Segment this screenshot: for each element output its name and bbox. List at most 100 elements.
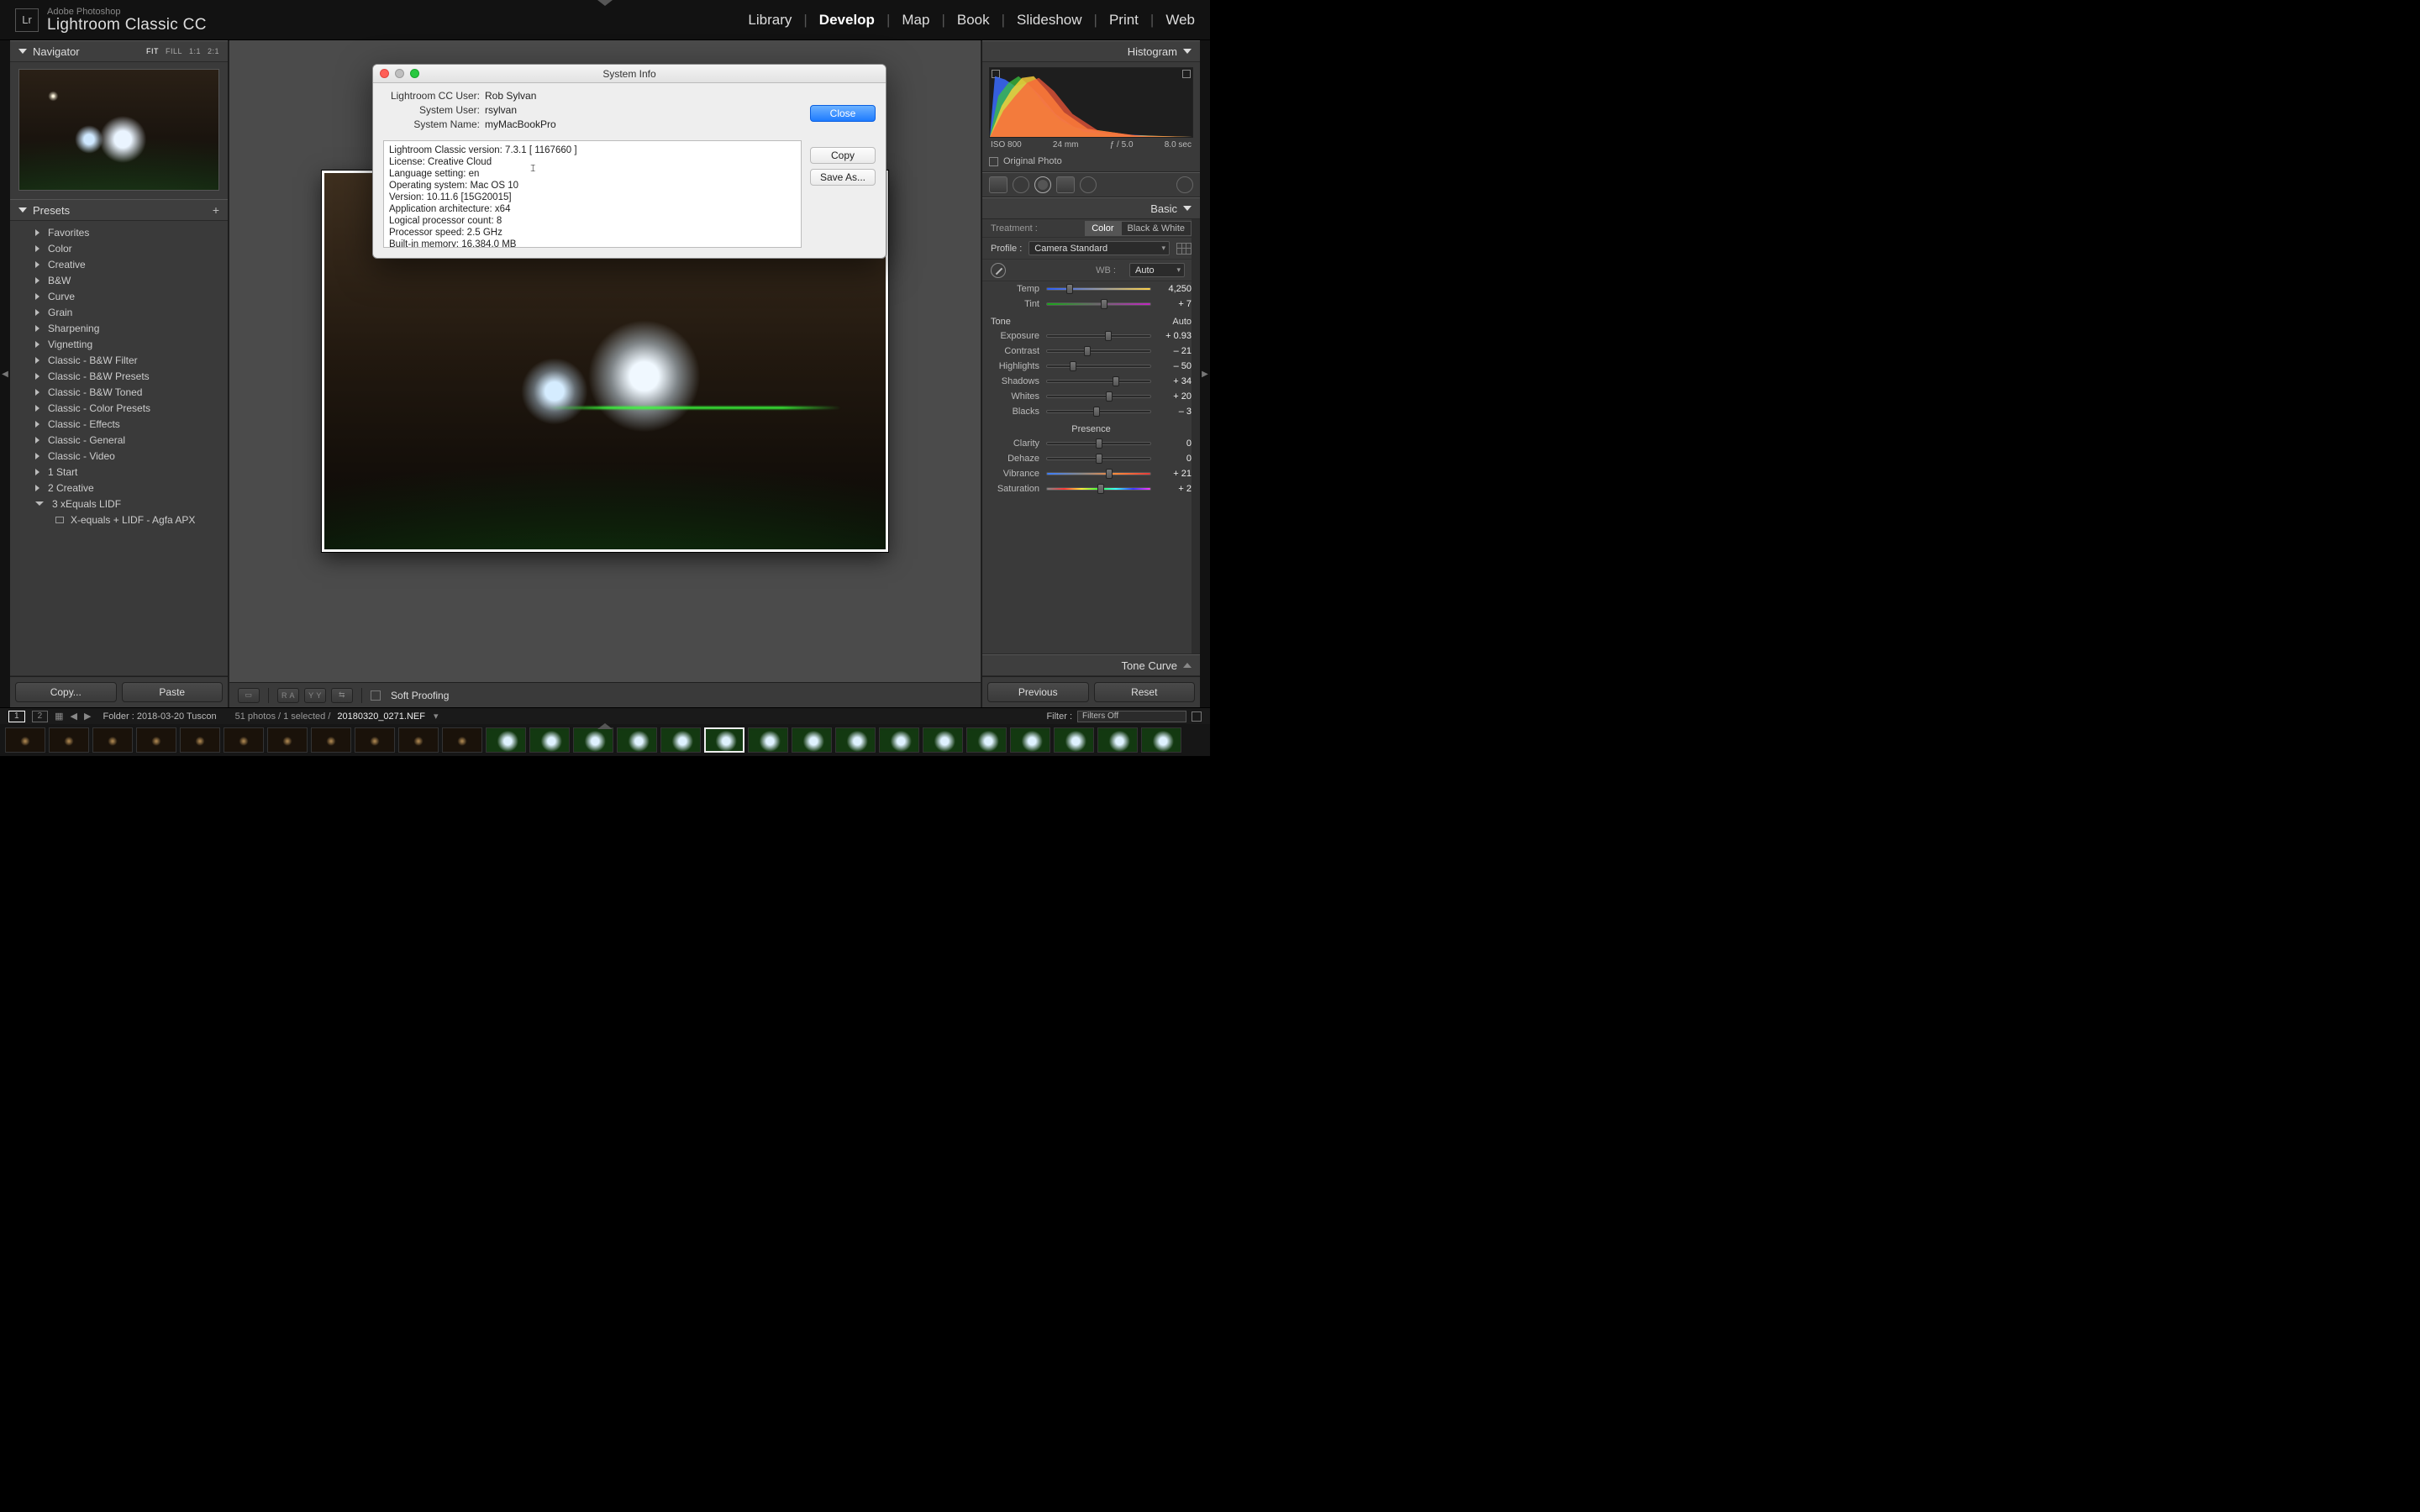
filmstrip-thumb[interactable] bbox=[660, 727, 701, 753]
slider-value[interactable]: – 50 bbox=[1158, 361, 1192, 371]
filmstrip-thumb[interactable] bbox=[267, 727, 308, 753]
preset-group[interactable]: 3 xEquals LIDF bbox=[10, 496, 228, 512]
filmstrip-thumb[interactable] bbox=[311, 727, 351, 753]
preset-group[interactable]: 2 Creative bbox=[10, 480, 228, 496]
reset-button[interactable]: Reset bbox=[1094, 682, 1196, 702]
slider-handle[interactable] bbox=[1096, 454, 1102, 464]
screen-1-badge[interactable]: 1 bbox=[8, 711, 25, 722]
left-panel-gripper[interactable]: ◀ bbox=[0, 40, 10, 707]
filmstrip-thumb[interactable] bbox=[486, 727, 526, 753]
slider-track[interactable] bbox=[1046, 334, 1151, 338]
slider-handle[interactable] bbox=[1106, 391, 1113, 402]
slider-track[interactable] bbox=[1046, 487, 1151, 491]
filmstrip-thumb[interactable] bbox=[923, 727, 963, 753]
filmstrip-thumb[interactable] bbox=[49, 727, 89, 753]
right-panel-gripper[interactable]: ▶ bbox=[1200, 40, 1210, 707]
slider-track[interactable] bbox=[1046, 380, 1151, 383]
filmstrip-thumb[interactable] bbox=[1010, 727, 1050, 753]
preset-group[interactable]: Grain bbox=[10, 304, 228, 320]
profile-browser-icon[interactable] bbox=[1176, 243, 1192, 255]
filmstrip-thumb[interactable] bbox=[1097, 727, 1138, 753]
filename-dropdown-icon[interactable]: ▾ bbox=[434, 711, 439, 722]
slider-value[interactable]: + 7 bbox=[1158, 299, 1192, 309]
before-after-swap-button[interactable]: ⇆ bbox=[331, 688, 353, 703]
filmstrip-thumb[interactable] bbox=[355, 727, 395, 753]
system-info-textarea[interactable]: Lightroom Classic version: 7.3.1 [ 11676… bbox=[383, 140, 802, 248]
navigator-header[interactable]: Navigator FITFILL1:12:1 bbox=[10, 40, 228, 62]
tone-auto-button[interactable]: Auto bbox=[1172, 317, 1192, 327]
filmstrip-thumb[interactable] bbox=[5, 727, 45, 753]
slider-value[interactable]: + 21 bbox=[1158, 469, 1192, 479]
before-after-ra-button[interactable]: R A bbox=[277, 688, 299, 703]
module-library[interactable]: Library bbox=[748, 12, 792, 29]
slider-track[interactable] bbox=[1046, 287, 1151, 291]
slider-track[interactable] bbox=[1046, 472, 1151, 475]
slider-value[interactable]: + 20 bbox=[1158, 391, 1192, 402]
original-photo-row[interactable]: Original Photo bbox=[982, 153, 1200, 172]
treatment-segment[interactable]: Color Black & White bbox=[1085, 221, 1192, 236]
crop-tool[interactable] bbox=[989, 176, 1007, 193]
slider-handle[interactable] bbox=[1093, 407, 1100, 417]
slider-vibrance[interactable]: Vibrance+ 21 bbox=[982, 466, 1200, 481]
radial-filter-tool[interactable] bbox=[1080, 176, 1097, 193]
screen-2-badge[interactable]: 2 bbox=[32, 711, 49, 722]
graduated-filter-tool[interactable] bbox=[1056, 176, 1075, 193]
slider-temp[interactable]: Temp4,250 bbox=[982, 281, 1200, 297]
preset-item[interactable]: X-equals + LIDF - Agfa APX bbox=[10, 512, 228, 528]
before-after-yy-button[interactable]: Y Y bbox=[304, 688, 326, 703]
slider-track[interactable] bbox=[1046, 442, 1151, 445]
module-web[interactable]: Web bbox=[1165, 12, 1195, 29]
filmstrip-gripper[interactable] bbox=[597, 723, 613, 729]
slider-track[interactable] bbox=[1046, 410, 1151, 413]
dialog-titlebar[interactable]: System Info bbox=[373, 65, 886, 83]
filmstrip-thumb[interactable] bbox=[398, 727, 439, 753]
preset-group[interactable]: 1 Start bbox=[10, 464, 228, 480]
filmstrip-thumb[interactable] bbox=[442, 727, 482, 753]
slider-saturation[interactable]: Saturation+ 2 bbox=[982, 481, 1200, 496]
slider-handle[interactable] bbox=[1070, 361, 1076, 371]
slider-handle[interactable] bbox=[1113, 376, 1119, 386]
zoom-mode-1:1[interactable]: 1:1 bbox=[189, 47, 201, 55]
filmstrip-thumb[interactable] bbox=[224, 727, 264, 753]
wb-dropper-tool[interactable] bbox=[991, 263, 1006, 278]
preset-group[interactable]: Favorites bbox=[10, 224, 228, 240]
module-print[interactable]: Print bbox=[1109, 12, 1139, 29]
preset-group[interactable]: Sharpening bbox=[10, 320, 228, 336]
slider-handle[interactable] bbox=[1096, 438, 1102, 449]
spot-removal-tool[interactable] bbox=[1013, 176, 1029, 193]
slider-handle[interactable] bbox=[1105, 331, 1112, 341]
preset-group[interactable]: Vignetting bbox=[10, 336, 228, 352]
filmstrip-thumb[interactable] bbox=[1141, 727, 1181, 753]
slider-track[interactable] bbox=[1046, 457, 1151, 460]
filmstrip-thumb[interactable] bbox=[879, 727, 919, 753]
dialog-saveas-button[interactable]: Save As... bbox=[810, 169, 876, 186]
window-close-icon[interactable] bbox=[380, 69, 389, 78]
wb-dropdown[interactable]: Auto bbox=[1129, 263, 1185, 277]
slider-value[interactable]: + 2 bbox=[1158, 484, 1192, 494]
preset-group[interactable]: Classic - Color Presets bbox=[10, 400, 228, 416]
tonecurve-header[interactable]: Tone Curve bbox=[982, 654, 1200, 676]
basic-header[interactable]: Basic bbox=[982, 197, 1200, 219]
preset-group[interactable]: Classic - B&W Toned bbox=[10, 384, 228, 400]
module-slideshow[interactable]: Slideshow bbox=[1017, 12, 1082, 29]
filmstrip-thumb[interactable] bbox=[136, 727, 176, 753]
original-photo-checkbox[interactable] bbox=[989, 157, 998, 166]
add-preset-button[interactable]: + bbox=[213, 203, 219, 217]
preset-group[interactable]: B&W bbox=[10, 272, 228, 288]
slider-blacks[interactable]: Blacks– 3 bbox=[982, 404, 1200, 419]
preset-group[interactable]: Classic - B&W Filter bbox=[10, 352, 228, 368]
treatment-color[interactable]: Color bbox=[1085, 221, 1120, 236]
module-book[interactable]: Book bbox=[957, 12, 990, 29]
preset-group[interactable]: Curve bbox=[10, 288, 228, 304]
filmstrip-thumb[interactable] bbox=[617, 727, 657, 753]
preset-group[interactable]: Creative bbox=[10, 256, 228, 272]
filmstrip-thumb[interactable] bbox=[748, 727, 788, 753]
filmstrip-thumb[interactable] bbox=[573, 727, 613, 753]
adjustment-brush-tool[interactable] bbox=[1176, 176, 1193, 193]
slider-handle[interactable] bbox=[1097, 484, 1104, 494]
preset-group[interactable]: Color bbox=[10, 240, 228, 256]
slider-tint[interactable]: Tint+ 7 bbox=[982, 297, 1200, 312]
preset-group[interactable]: Classic - Video bbox=[10, 448, 228, 464]
nav-fwd-icon[interactable]: ▶ bbox=[84, 711, 91, 722]
previous-button[interactable]: Previous bbox=[987, 682, 1089, 702]
